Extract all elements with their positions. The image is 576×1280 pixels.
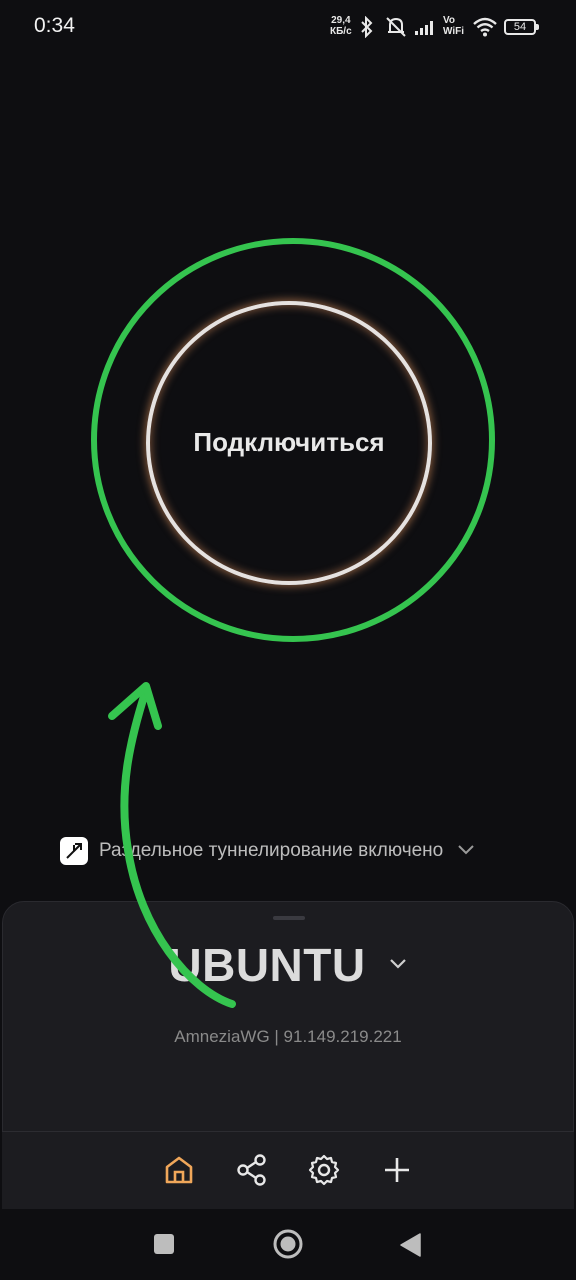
split-tunnel-icon (60, 837, 88, 865)
split-tunneling-label: Раздельное туннелирование включено (99, 840, 444, 861)
tab-settings[interactable] (304, 1152, 344, 1192)
back-button[interactable] (399, 1232, 423, 1263)
connect-button-label[interactable]: Подключиться (146, 427, 432, 458)
chevron-down-icon (457, 842, 475, 860)
system-nav-bar (0, 1209, 576, 1280)
home-icon (162, 1153, 196, 1192)
share-icon (235, 1153, 269, 1192)
tab-home[interactable] (159, 1152, 199, 1192)
tab-add[interactable] (377, 1152, 417, 1192)
server-selector[interactable]: UBUNTU (0, 938, 576, 992)
tab-bar (2, 1131, 574, 1209)
server-name[interactable]: UBUNTU (168, 938, 365, 992)
server-info: AmneziaWG | 91.149.219.221 (174, 1027, 402, 1046)
tab-share[interactable] (232, 1152, 272, 1192)
gear-icon (307, 1153, 341, 1192)
plus-icon (382, 1155, 412, 1190)
recents-button[interactable] (153, 1233, 175, 1260)
connect-area: Подключиться (0, 0, 576, 900)
chevron-down-icon[interactable] (388, 956, 408, 975)
home-button[interactable] (272, 1228, 304, 1265)
sheet-drag-handle[interactable] (273, 916, 305, 920)
split-tunneling-toggle[interactable]: Раздельное туннелирование включено (60, 835, 475, 867)
